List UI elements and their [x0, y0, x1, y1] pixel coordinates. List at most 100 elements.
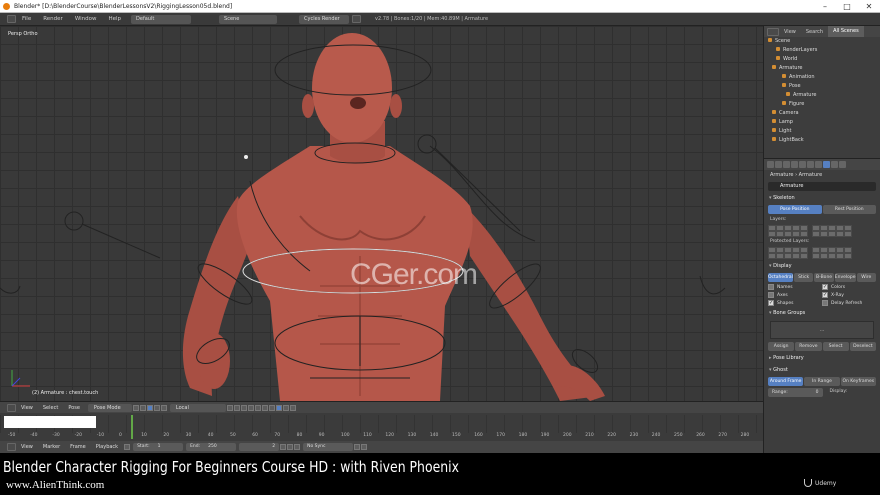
layer-icon[interactable] [226, 404, 233, 411]
menu-playback[interactable]: Playback [91, 444, 123, 450]
armature-name-field[interactable]: Armature [768, 182, 876, 191]
xray-checkbox[interactable]: ✓ X-Ray [822, 292, 876, 298]
rest-position-button[interactable]: Rest Position [822, 205, 876, 214]
outliner-item-lamp[interactable]: Lamp [764, 118, 880, 127]
axes-checkbox[interactable]: Axes [768, 292, 822, 298]
outliner-item-armature[interactable]: Armature [764, 64, 880, 73]
remove-button[interactable]: Remove [795, 342, 822, 351]
menu-help[interactable]: Help [103, 16, 128, 22]
bone-groups-panel-header[interactable]: Bone Groups [764, 309, 880, 318]
modifiers-tab-icon[interactable] [815, 161, 822, 168]
layer-icon[interactable] [247, 404, 254, 411]
layer-icon[interactable] [233, 404, 240, 411]
menu-view[interactable]: View [16, 405, 38, 411]
stick-button[interactable]: Stick [793, 273, 814, 282]
layers-tab-icon[interactable] [775, 161, 782, 168]
record-icon[interactable] [124, 444, 131, 450]
editor-type-icon[interactable] [767, 27, 779, 36]
pivot-icon[interactable] [139, 404, 146, 411]
snap-icon[interactable] [275, 404, 282, 411]
bbone-button[interactable]: B-Bone [814, 273, 834, 282]
colors-checkbox[interactable]: ✓ Colors [822, 284, 876, 290]
names-checkbox[interactable]: Names [768, 284, 822, 290]
deselect-button[interactable]: Deselect [849, 342, 876, 351]
outliner-item-lightback[interactable]: LightBack [764, 136, 880, 145]
menu-pose[interactable]: Pose [63, 405, 85, 411]
translate-icon[interactable] [153, 404, 160, 411]
delay-refresh-checkbox[interactable]: Delay Refresh [822, 300, 876, 306]
editor-type-icon[interactable] [7, 15, 16, 23]
editor-type-icon[interactable] [7, 443, 16, 451]
shapes-checkbox[interactable]: ✓ Shapes [768, 300, 822, 306]
constraints-tab-icon[interactable] [807, 161, 814, 168]
manipulator-icon[interactable] [146, 404, 153, 411]
play-icon[interactable] [294, 444, 301, 450]
outliner-item-scene[interactable]: Scene [764, 37, 880, 46]
layer-grid-right[interactable] [812, 225, 852, 237]
pose-position-button[interactable]: Pose Position [768, 205, 822, 214]
orientation-select[interactable]: Local [169, 403, 226, 412]
minimize-icon[interactable]: – [814, 0, 836, 13]
close-icon[interactable]: ✕ [858, 0, 880, 13]
outliner-item-world[interactable]: World [764, 55, 880, 64]
skeleton-panel-header[interactable]: Skeleton [764, 194, 880, 203]
select-button[interactable]: Select [822, 342, 849, 351]
display-panel-header[interactable]: Display [764, 262, 880, 271]
keying-icon[interactable] [361, 444, 368, 450]
layer-grid-left[interactable] [768, 225, 808, 237]
outliner-item-figure[interactable]: Figure [764, 100, 880, 109]
around-frame-button[interactable]: Around Frame [768, 377, 804, 386]
timeline[interactable]: -50 -40 -30 -20 -10 0 10 20 30 40 50 60 70 80 90 100 110… [0, 413, 763, 441]
screen-layout-select[interactable]: Default [131, 14, 192, 24]
protected-grid-right[interactable] [812, 247, 852, 259]
rotate-icon[interactable] [160, 404, 167, 411]
shading-icon[interactable] [132, 404, 139, 411]
scene-select[interactable]: Scene [219, 14, 278, 24]
layer-icon[interactable] [261, 404, 268, 411]
menu-file[interactable]: File [16, 16, 37, 22]
envelope-button[interactable]: Envelope [834, 273, 856, 282]
tab-view[interactable]: View [779, 29, 801, 35]
keying-icon[interactable] [354, 444, 361, 450]
current-frame-field[interactable]: 2 [239, 443, 280, 451]
on-keyframes-button[interactable]: On Keyframes [840, 377, 876, 386]
ghost-range-field[interactable]: Range: 0 [768, 388, 823, 397]
play-icon[interactable] [280, 444, 287, 450]
layer-icon[interactable] [268, 404, 275, 411]
in-range-button[interactable]: In Range [804, 377, 840, 386]
menu-marker[interactable]: Marker [38, 444, 65, 450]
editor-type-icon[interactable] [7, 403, 16, 412]
object-tab-icon[interactable] [799, 161, 806, 168]
tab-search[interactable]: Search [801, 29, 828, 35]
ghost-panel-header[interactable]: Ghost [764, 366, 880, 375]
tab-all-scenes[interactable]: All Scenes [828, 26, 864, 37]
start-frame-field[interactable]: Start: 1 [133, 443, 184, 451]
sync-select[interactable]: No Sync [303, 443, 354, 451]
menu-window[interactable]: Window [69, 16, 103, 22]
render-engine-select[interactable]: Cycles Render [299, 14, 350, 24]
end-frame-field[interactable]: End: 250 [186, 443, 237, 451]
outliner-item-renderlayers[interactable]: RenderLayers [764, 46, 880, 55]
outliner-item-pose[interactable]: Pose [764, 82, 880, 91]
play-icon[interactable] [287, 444, 294, 450]
proportional-icon[interactable] [282, 404, 289, 411]
bone-constraints-tab-icon[interactable] [839, 161, 846, 168]
bone-tab-icon[interactable] [831, 161, 838, 168]
assign-button[interactable]: Assign [768, 342, 795, 351]
outliner-item-light[interactable]: Light [764, 127, 880, 136]
mode-select[interactable]: Pose Mode [87, 403, 132, 412]
outliner-item-armature-data[interactable]: Armature [764, 91, 880, 100]
render-tab-icon[interactable] [767, 161, 774, 168]
timeline-track[interactable] [0, 415, 763, 433]
render-icon[interactable] [289, 404, 296, 411]
layer-icon[interactable] [254, 404, 261, 411]
menu-view[interactable]: View [16, 444, 38, 450]
maximize-icon[interactable]: □ [836, 0, 858, 13]
wire-button[interactable]: Wire [856, 273, 876, 282]
octahedral-button[interactable]: Octahedral [768, 273, 793, 282]
menu-render[interactable]: Render [37, 16, 69, 22]
protected-grid-left[interactable] [768, 247, 808, 259]
world-tab-icon[interactable] [791, 161, 798, 168]
menu-frame[interactable]: Frame [65, 444, 91, 450]
menu-select[interactable]: Select [38, 405, 63, 411]
